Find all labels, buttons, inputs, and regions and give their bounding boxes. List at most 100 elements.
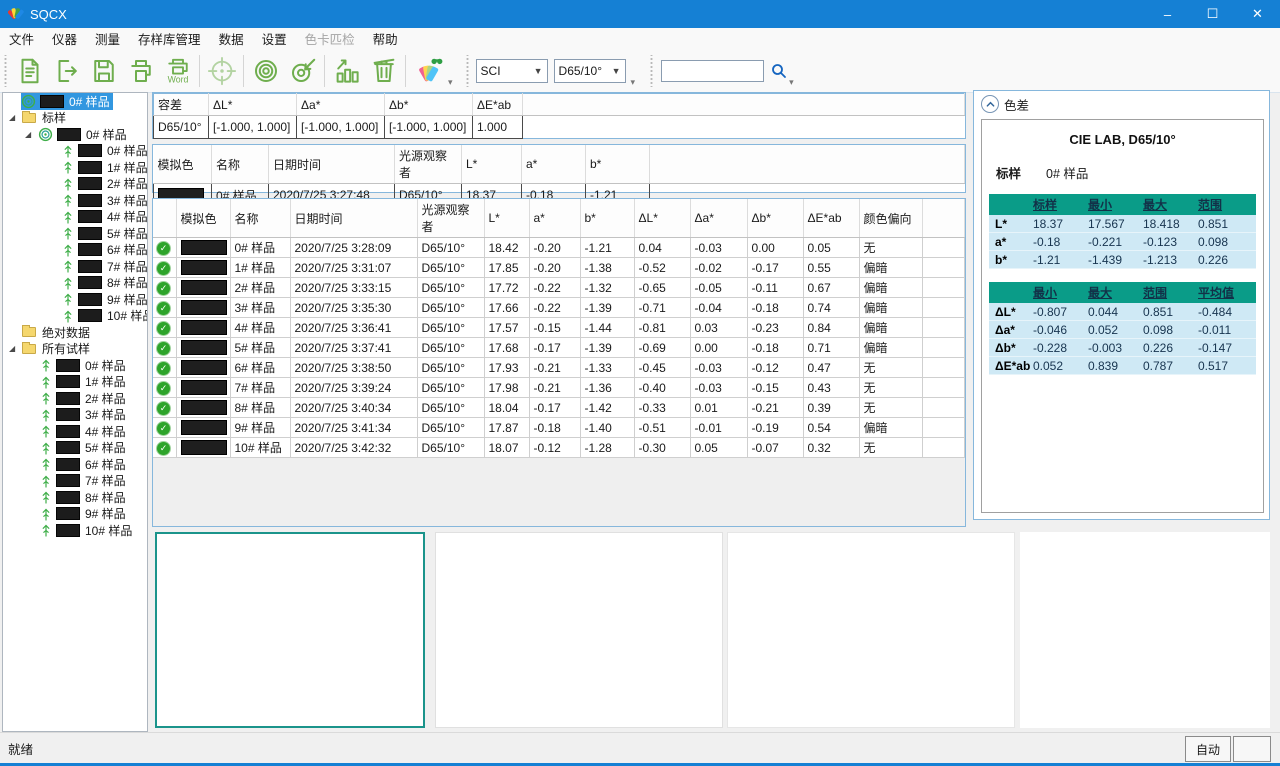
standard-col-header[interactable]: 名称 — [212, 145, 269, 184]
tree-item-sample2-21[interactable]: 5# 样品 — [3, 440, 147, 457]
sample-row[interactable]: ✓6# 样品2020/7/25 3:38:50D65/10°17.93-0.21… — [153, 358, 965, 378]
menu-item-4[interactable]: 数据 — [210, 28, 253, 49]
tolerance-illuminant-cell[interactable]: D65/10° — [154, 116, 209, 139]
tolerance-col-header[interactable]: ΔL* — [209, 94, 297, 116]
tree-item-sample-12[interactable]: 9# 样品 — [3, 291, 147, 308]
menu-item-5[interactable]: 设置 — [253, 28, 296, 49]
tolerance-da-cell[interactable]: [-1.000, 1.000] — [297, 116, 385, 139]
lab-color-space-chart[interactable] — [1020, 532, 1270, 728]
tree-item-sample2-25[interactable]: 9# 样品 — [3, 506, 147, 523]
tree-item-standard-2[interactable]: ◢0# 样品 — [3, 126, 147, 143]
close-button[interactable]: ✕ — [1235, 0, 1280, 28]
tree-item-standard-root-0[interactable]: 0# 样品 — [3, 93, 147, 110]
tree-item-folder-15[interactable]: ◢所有试样 — [3, 341, 147, 358]
minimize-button[interactable]: – — [1145, 0, 1190, 28]
sample-row[interactable]: ✓3# 样品2020/7/25 3:35:30D65/10°17.66-0.22… — [153, 298, 965, 318]
sample-col-header[interactable]: 颜色偏向 — [859, 199, 922, 238]
export-button[interactable] — [48, 52, 85, 90]
color-card-search-button[interactable] — [409, 52, 446, 90]
menu-item-2[interactable]: 测量 — [86, 28, 129, 49]
search-input[interactable] — [661, 60, 764, 82]
sample-row[interactable]: ✓8# 样品2020/7/25 3:40:34D65/10°18.04-0.17… — [153, 398, 965, 418]
tree-item-folder-1[interactable]: ◢标样 — [3, 110, 147, 127]
sample-col-header[interactable]: 日期时间 — [290, 199, 417, 238]
tree-item-sample-6[interactable]: 3# 样品 — [3, 192, 147, 209]
delta-ab-scatter-chart[interactable] — [155, 532, 425, 728]
sample-row[interactable]: ✓9# 样品2020/7/25 3:41:34D65/10°17.87-0.18… — [153, 418, 965, 438]
sample-row[interactable]: ✓0# 样品2020/7/25 3:28:09D65/10°18.42-0.20… — [153, 238, 965, 258]
tree-item-sample2-16[interactable]: 0# 样品 — [3, 357, 147, 374]
sample-row[interactable]: ✓5# 样品2020/7/25 3:37:41D65/10°17.68-0.17… — [153, 338, 965, 358]
measure-standard-button[interactable] — [247, 52, 284, 90]
tree-item-sample2-17[interactable]: 1# 样品 — [3, 374, 147, 391]
sample-col-header[interactable]: 模拟色 — [176, 199, 230, 238]
sample-col-header[interactable]: 名称 — [230, 199, 290, 238]
toolbar-grip[interactable] — [465, 55, 470, 87]
measure-sample-button[interactable] — [284, 52, 321, 90]
sample-col-header[interactable]: Δb* — [747, 199, 803, 238]
toolbar-grip[interactable] — [649, 55, 654, 87]
sample-col-header-status[interactable] — [153, 199, 176, 238]
menu-item-1[interactable]: 仪器 — [43, 28, 86, 49]
tree-expander-icon[interactable]: ◢ — [9, 113, 22, 122]
sample-row[interactable]: ✓1# 样品2020/7/25 3:31:07D65/10°17.85-0.20… — [153, 258, 965, 278]
sample-col-header[interactable]: L* — [484, 199, 529, 238]
tree-item-sample-7[interactable]: 4# 样品 — [3, 209, 147, 226]
menu-item-3[interactable]: 存样库管理 — [129, 28, 210, 49]
spectral-reflectance-chart[interactable] — [727, 532, 1015, 728]
tolerance-dL-cell[interactable]: [-1.000, 1.000] — [209, 116, 297, 139]
new-file-button[interactable] — [11, 52, 48, 90]
resize-grip[interactable] — [1233, 736, 1271, 762]
standard-col-header[interactable]: 日期时间 — [269, 145, 395, 184]
tree-expander-icon[interactable]: ◢ — [25, 130, 38, 139]
tree-item-sample2-26[interactable]: 10# 样品 — [3, 522, 147, 539]
tree-item-sample-5[interactable]: 2# 样品 — [3, 176, 147, 193]
statistics-button[interactable] — [328, 52, 365, 90]
toolbar-overflow-icon[interactable]: ▾ — [631, 77, 636, 88]
tree-item-sample2-18[interactable]: 2# 样品 — [3, 390, 147, 407]
tree-item-sample-10[interactable]: 7# 样品 — [3, 258, 147, 275]
standard-col-header[interactable]: a* — [522, 145, 586, 184]
standard-col-header[interactable]: L* — [462, 145, 522, 184]
sample-row[interactable]: ✓10# 样品2020/7/25 3:42:32D65/10°18.07-0.1… — [153, 438, 965, 458]
toolbar-grip[interactable] — [3, 55, 8, 87]
standard-col-header[interactable]: 模拟色 — [154, 145, 212, 184]
tolerance-col-header[interactable]: ΔE*ab — [473, 94, 523, 116]
tree-item-sample2-22[interactable]: 6# 样品 — [3, 456, 147, 473]
calibrate-button[interactable] — [203, 52, 240, 90]
menu-item-7[interactable]: 帮助 — [364, 28, 407, 49]
tree-item-sample-9[interactable]: 6# 样品 — [3, 242, 147, 259]
delta-e-trend-chart[interactable] — [435, 532, 723, 728]
sample-col-header[interactable]: ΔE*ab — [803, 199, 859, 238]
standard-col-header[interactable]: 光源观察者 — [395, 145, 462, 184]
sample-row[interactable]: ✓4# 样品2020/7/25 3:36:41D65/10°17.57-0.15… — [153, 318, 965, 338]
maximize-button[interactable]: ☐ — [1190, 0, 1235, 28]
sample-row[interactable]: ✓2# 样品2020/7/25 3:33:15D65/10°17.72-0.22… — [153, 278, 965, 298]
tree-item-sample-3[interactable]: 0# 样品 — [3, 143, 147, 160]
tree-item-sample-4[interactable]: 1# 样品 — [3, 159, 147, 176]
standard-col-header[interactable]: b* — [586, 145, 650, 184]
menu-item-6[interactable]: 色卡匹检 — [296, 28, 364, 49]
delete-button[interactable] — [365, 52, 402, 90]
tree-expander-icon[interactable]: ◢ — [9, 344, 22, 353]
tolerance-dE-cell[interactable]: 1.000 — [473, 116, 523, 139]
menu-item-0[interactable]: 文件 — [0, 28, 43, 49]
tree-item-sample2-24[interactable]: 8# 样品 — [3, 489, 147, 506]
toolbar-overflow-icon[interactable]: ▾ — [448, 77, 453, 88]
sample-col-header[interactable]: b* — [580, 199, 634, 238]
toolbar-overflow-icon[interactable]: ▾ — [789, 77, 794, 88]
print-button[interactable] — [122, 52, 159, 90]
print-word-button[interactable]: Word — [159, 52, 196, 90]
sample-col-header[interactable]: a* — [529, 199, 580, 238]
search-button[interactable] — [771, 63, 787, 79]
sample-row[interactable]: ✓7# 样品2020/7/25 3:39:24D65/10°17.98-0.21… — [153, 378, 965, 398]
sample-col-header[interactable]: Δa* — [690, 199, 747, 238]
tolerance-col-header[interactable]: 容差 — [154, 94, 209, 116]
save-button[interactable] — [85, 52, 122, 90]
tree-item-sample-13[interactable]: 10# 样品 — [3, 308, 147, 325]
collapse-panel-button[interactable] — [981, 95, 999, 113]
tolerance-col-header[interactable]: Δb* — [385, 94, 473, 116]
mode-select[interactable]: SCI ▼ — [476, 59, 548, 83]
tolerance-db-cell[interactable]: [-1.000, 1.000] — [385, 116, 473, 139]
sample-col-header[interactable]: 光源观察者 — [417, 199, 484, 238]
